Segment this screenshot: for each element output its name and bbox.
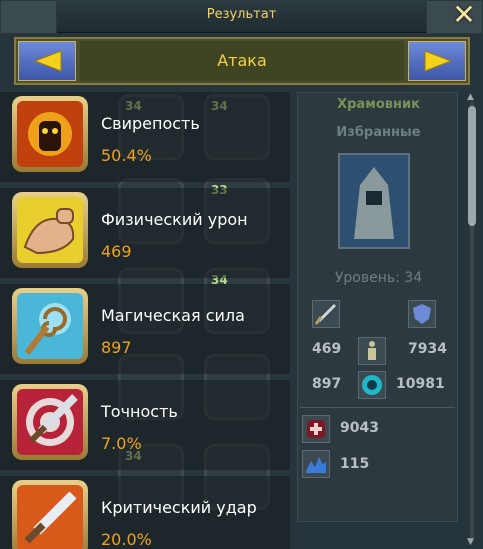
stat-icon-frame	[12, 288, 88, 364]
speed-wave-icon	[302, 450, 330, 478]
stat-row-magic-power[interactable]: Магическая сила 897	[0, 284, 290, 374]
scroll-thumb[interactable]	[468, 106, 476, 226]
character-group: Избранные	[336, 125, 421, 140]
stat-icon-frame	[12, 480, 88, 549]
divider	[300, 407, 455, 408]
stat-name: Свирепость	[101, 114, 200, 133]
character-panel: Храмовник Избранные Уровень: 34 469 7934…	[297, 92, 458, 522]
stat-row-critical-strike[interactable]: Критический удар 20.0%	[0, 476, 290, 549]
result-window: Результат ✕ Атака 34 34 33 34 34	[0, 0, 483, 549]
stat-value: 7.0%	[101, 434, 142, 453]
phys-attack-value: 469	[312, 341, 342, 357]
stat-row-physical-damage[interactable]: Физический урон 469	[0, 188, 290, 278]
stat-name: Критический удар	[101, 498, 257, 517]
arrow-left-icon	[33, 50, 62, 72]
category-selector: Атака	[14, 37, 470, 85]
magic-attack-value: 897	[312, 376, 342, 392]
stat-value: 469	[101, 242, 132, 261]
rage-icon	[17, 101, 83, 167]
heal-value: 9043	[340, 420, 379, 436]
muscle-arm-icon	[17, 197, 83, 263]
scroll-down-icon[interactable]: ▼	[467, 537, 474, 547]
hp-value: 7934	[408, 341, 447, 357]
stat-row-rage[interactable]: Свирепость 50.4%	[0, 92, 290, 182]
shield-icon	[408, 300, 436, 328]
speed-value: 115	[340, 456, 370, 472]
arrow-right-icon	[424, 50, 453, 72]
stat-icon-frame	[12, 96, 88, 172]
next-category-button[interactable]	[408, 41, 466, 81]
close-icon[interactable]: ✕	[451, 1, 477, 29]
magic-staff-icon	[17, 293, 83, 359]
stat-icon-frame	[12, 384, 88, 460]
character-class: Храмовник	[337, 97, 420, 112]
stat-list[interactable]: 34 34 33 34 34 Свирепос	[0, 92, 290, 549]
magic-orb-icon	[358, 371, 386, 399]
target-sword-icon	[17, 389, 83, 455]
scroll-up-icon[interactable]: ▲	[467, 92, 474, 102]
stat-list-scrollbar[interactable]: ▲ ▼	[466, 92, 478, 549]
stat-row-accuracy[interactable]: Точность 7.0%	[0, 380, 290, 470]
stat-name: Магическая сила	[101, 306, 245, 325]
category-label: Атака	[80, 41, 404, 81]
stat-name: Точность	[101, 402, 178, 421]
character-level: Уровень: 34	[334, 270, 423, 286]
heal-cross-icon	[302, 415, 330, 443]
stat-name: Физический урон	[101, 210, 248, 229]
sword-icon	[312, 300, 340, 328]
stat-value: 897	[101, 338, 132, 357]
crit-sword-icon	[17, 485, 83, 549]
title-bar: Результат ✕	[0, 0, 483, 34]
prev-category-button[interactable]	[18, 41, 76, 81]
stat-icon-frame	[12, 192, 88, 268]
character-portrait	[338, 153, 410, 249]
window-title: Результат	[206, 7, 277, 22]
body-figure-icon	[358, 337, 386, 365]
magic-def-value: 10981	[396, 376, 445, 392]
stat-value: 50.4%	[101, 146, 152, 165]
stat-value: 20.0%	[101, 530, 152, 549]
